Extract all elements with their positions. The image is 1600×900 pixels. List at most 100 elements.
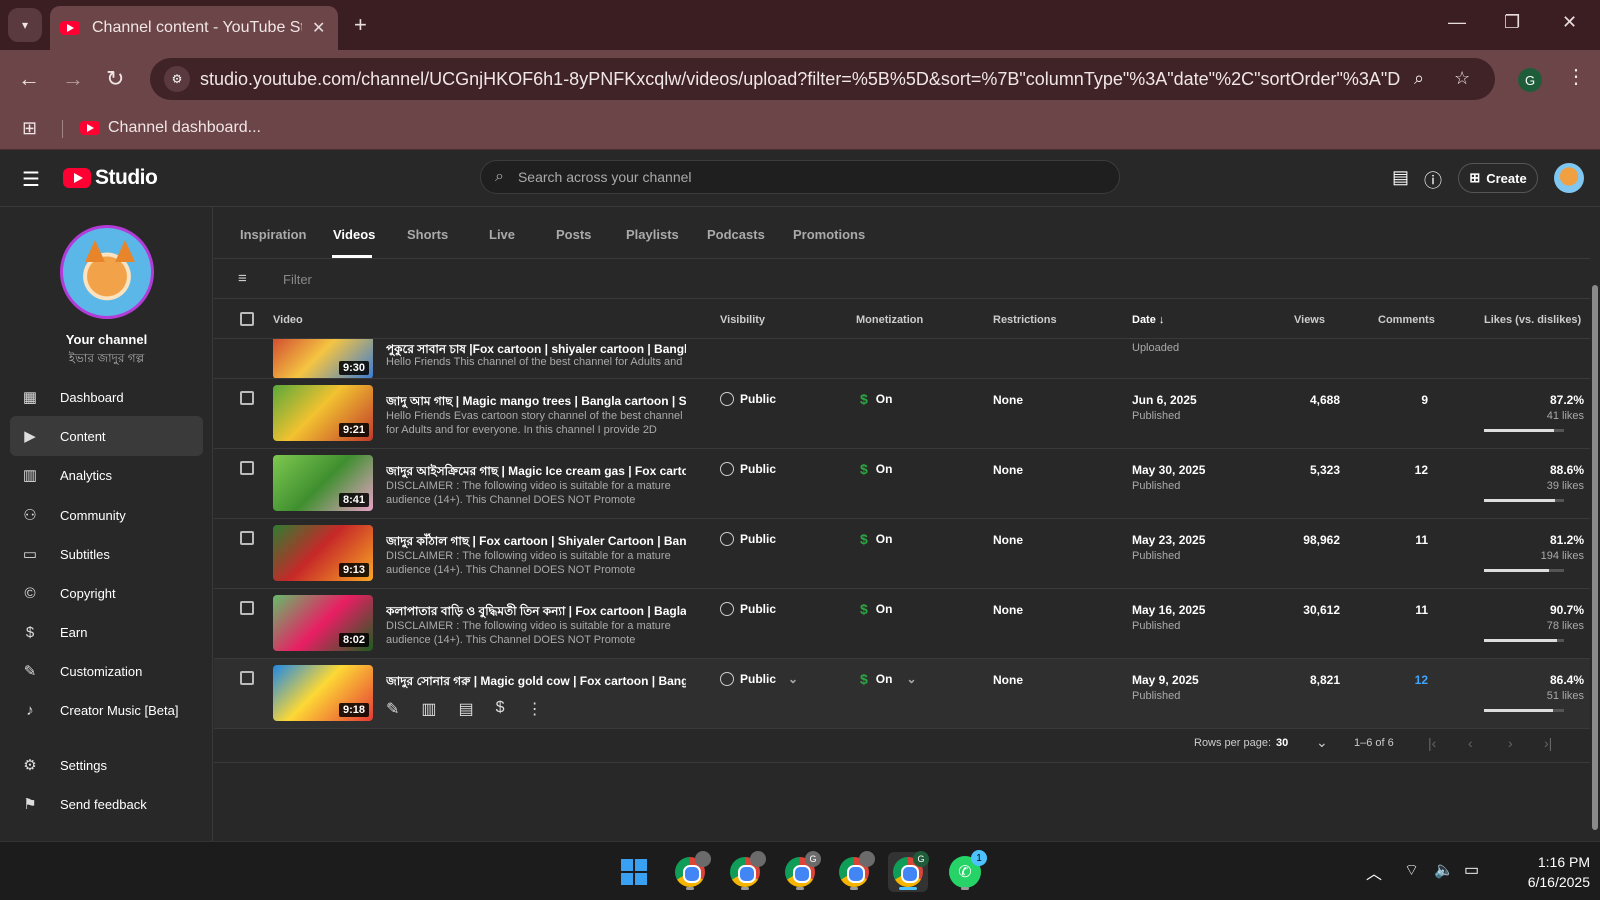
filter-icon[interactable]: ≡ — [238, 270, 247, 287]
table-row[interactable]: 8:41 জাদুর আইসক্রিমের গাছ | Magic Ice cr… — [214, 449, 1590, 519]
back-icon[interactable]: ← — [18, 66, 40, 92]
table-row[interactable]: 9:30 পুকুরে সাবান চাষ |Fox cartoon | shi… — [214, 339, 1590, 379]
visibility-dropdown[interactable]: Public ⌄ — [720, 672, 798, 686]
taskbar-chrome-1[interactable] — [670, 851, 711, 892]
monetization-cell[interactable]: $ On — [860, 461, 892, 477]
taskbar-chrome-3[interactable]: G — [780, 851, 821, 892]
prev-page-icon[interactable]: ‹ — [1468, 735, 1473, 751]
scrollbar-thumb[interactable] — [1592, 285, 1598, 830]
sidebar-item-creator-music[interactable]: ♪ Creator Music [Beta] — [10, 690, 203, 730]
video-thumbnail[interactable]: 8:41 — [273, 455, 373, 511]
column-visibility[interactable]: Visibility — [720, 314, 765, 326]
monetization-cell[interactable]: $ On — [860, 391, 892, 407]
bookmark-channel-dashboard[interactable]: Channel dashboard... — [80, 119, 261, 137]
sidebar-item-customization[interactable]: ✎ Customization — [10, 651, 203, 691]
monetization-cell[interactable]: $ On — [860, 531, 892, 547]
table-row[interactable]: 9:18 জাদুর সোনার গরু | Magic gold cow | … — [214, 659, 1590, 729]
system-clock[interactable]: 1:16 PM 6/16/2025 — [1490, 852, 1590, 892]
filter-input[interactable]: Filter — [283, 272, 312, 287]
restore-icon[interactable]: ❐ — [1504, 12, 1520, 33]
video-thumbnail[interactable]: 9:18 — [273, 665, 373, 721]
video-thumbnail[interactable]: 9:13 — [273, 525, 373, 581]
forward-icon[interactable]: → — [62, 66, 84, 92]
filter-bar[interactable]: ≡ Filter — [214, 259, 1590, 299]
column-views[interactable]: Views — [1294, 314, 1325, 326]
tab-promotions[interactable]: Promotions — [793, 227, 865, 242]
sidebar-item-content[interactable]: ▶ Content — [10, 416, 203, 456]
comments-icon[interactable]: ▤ — [459, 699, 474, 719]
video-thumbnail[interactable]: 8:02 — [273, 595, 373, 651]
taskbar-chrome-4[interactable] — [834, 851, 875, 892]
monetization-dollar-icon[interactable]: $ — [496, 699, 505, 719]
comments-value[interactable]: 12 — [1374, 463, 1428, 477]
last-page-icon[interactable]: ›| — [1544, 735, 1552, 751]
sidebar-item-dashboard[interactable]: ▦ Dashboard — [10, 377, 203, 417]
tab-playlists[interactable]: Playlists — [626, 227, 679, 242]
chevron-down-icon[interactable]: ⌄ — [1316, 734, 1328, 751]
volume-icon[interactable]: 🔈 — [1434, 860, 1454, 880]
sidebar-item-earn[interactable]: $ Earn — [10, 612, 203, 652]
video-title[interactable]: জাদুর সোনার গরু | Magic gold cow | Fox c… — [386, 673, 686, 693]
start-button[interactable] — [614, 852, 654, 892]
visibility-cell[interactable]: Public — [720, 392, 776, 406]
browser-tab-active[interactable]: Channel content - YouTube Stu ✕ — [50, 6, 338, 50]
column-monetization[interactable]: Monetization — [856, 314, 923, 326]
minimize-icon[interactable]: — — [1448, 12, 1466, 33]
tab-videos[interactable]: Videos — [333, 227, 375, 242]
show-hidden-icons-icon[interactable]: ︿ — [1366, 860, 1382, 884]
visibility-cell[interactable]: Public — [720, 532, 776, 546]
studio-logo[interactable]: Studio — [63, 166, 158, 190]
tab-podcasts[interactable]: Podcasts — [707, 227, 765, 242]
reload-icon[interactable]: ↻ — [106, 66, 124, 92]
select-all-checkbox[interactable] — [240, 312, 254, 326]
analytics-icon[interactable]: ▥ — [421, 699, 436, 719]
messages-icon[interactable]: ▤ — [1392, 167, 1409, 188]
visibility-cell[interactable]: Public — [720, 602, 776, 616]
table-row[interactable]: 8:02 কলাপাতার বাড়ি ও বুদ্ধিমতী তিন কন্য… — [214, 589, 1590, 659]
tab-shorts[interactable]: Shorts — [407, 227, 448, 242]
browser-profile-avatar[interactable]: G — [1518, 68, 1542, 92]
comments-value[interactable]: 9 — [1374, 393, 1428, 407]
next-page-icon[interactable]: › — [1508, 735, 1513, 751]
taskbar-chrome-2[interactable] — [725, 851, 766, 892]
edit-pencil-icon[interactable]: ✎ — [386, 699, 399, 719]
url-text[interactable]: studio.youtube.com/channel/UCGnjHKOF6h1-… — [200, 69, 1400, 90]
search-input[interactable]: ⌕ Search across your channel — [480, 160, 1120, 194]
table-row[interactable]: 9:13 জাদুর কাঁঠাল গাছ | Fox cartoon | Sh… — [214, 519, 1590, 589]
account-avatar[interactable] — [1554, 163, 1584, 193]
taskbar-whatsapp[interactable]: ✆ 1 — [945, 850, 987, 892]
address-bar[interactable]: ⚙ studio.youtube.com/channel/UCGnjHKOF6h… — [150, 58, 1495, 100]
tab-live[interactable]: Live — [489, 227, 515, 242]
site-info-icon[interactable]: ⚙ — [164, 66, 190, 92]
column-date[interactable]: Date ↓ — [1132, 314, 1164, 326]
battery-icon[interactable]: ▭ — [1464, 860, 1479, 880]
sidebar-item-community[interactable]: ⚇ Community — [10, 495, 203, 535]
sidebar-item-analytics[interactable]: ▥ Analytics — [10, 455, 203, 495]
tab-search-button[interactable]: ▾ — [8, 8, 42, 42]
help-icon[interactable]: ⓘ — [1424, 167, 1442, 193]
monetization-cell[interactable]: $ On — [860, 601, 892, 617]
row-checkbox[interactable] — [240, 601, 254, 615]
rows-per-page-select[interactable]: 30 — [1276, 737, 1288, 749]
zoom-icon[interactable]: ⌕ — [1414, 68, 1424, 89]
comments-value[interactable]: 11 — [1374, 533, 1428, 547]
row-checkbox[interactable] — [240, 391, 254, 405]
column-comments[interactable]: Comments — [1378, 314, 1435, 326]
menu-icon[interactable]: ☰ — [22, 167, 40, 192]
row-checkbox[interactable] — [240, 671, 254, 685]
taskbar-chrome-active[interactable]: G — [888, 851, 929, 892]
row-checkbox[interactable] — [240, 461, 254, 475]
tab-posts[interactable]: Posts — [556, 227, 591, 242]
wifi-icon[interactable]: ⌔ — [1404, 860, 1419, 880]
bookmark-star-icon[interactable]: ☆ — [1454, 68, 1470, 89]
comments-value[interactable]: 11 — [1374, 603, 1428, 617]
more-options-icon[interactable]: ⋮ — [527, 699, 543, 719]
visibility-cell[interactable]: Public — [720, 462, 776, 476]
sidebar-item-send-feedback[interactable]: ⚑ Send feedback — [10, 784, 203, 824]
channel-avatar[interactable] — [60, 225, 154, 319]
video-thumbnail[interactable]: 9:21 — [273, 385, 373, 441]
sidebar-item-copyright[interactable]: © Copyright — [10, 573, 203, 613]
row-checkbox[interactable] — [240, 531, 254, 545]
content-scrollbar[interactable] — [1590, 207, 1600, 841]
sidebar-item-settings[interactable]: ⚙ Settings — [10, 745, 203, 785]
